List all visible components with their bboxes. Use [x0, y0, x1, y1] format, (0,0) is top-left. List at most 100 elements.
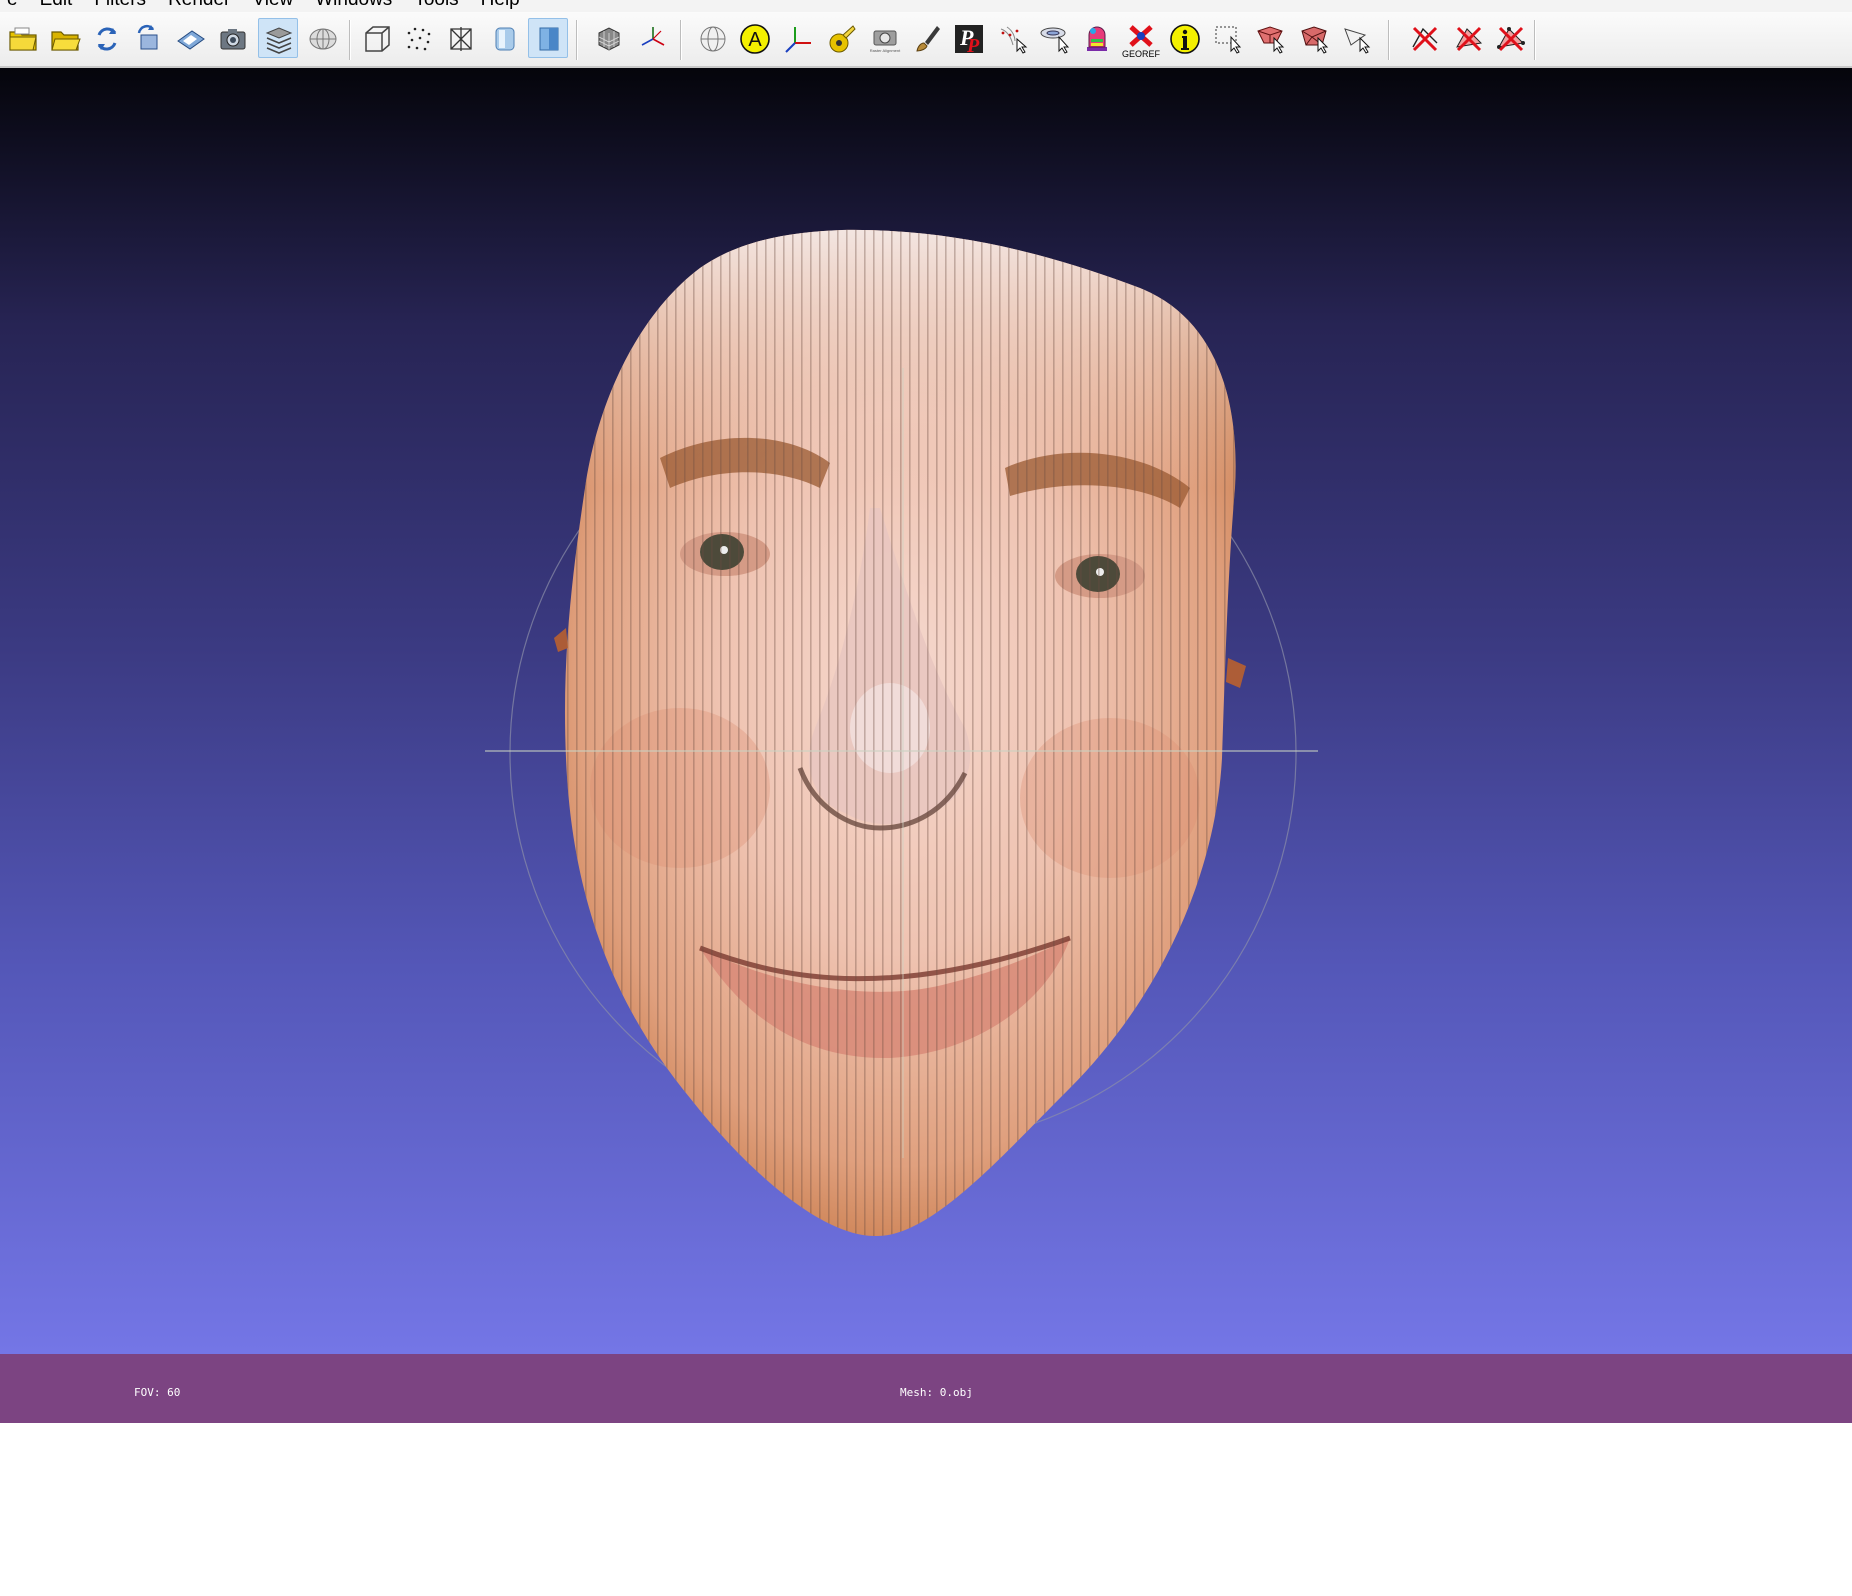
select-faces-button[interactable] [1250, 18, 1290, 58]
wireframe-icon [450, 27, 472, 51]
toolbar-separator [349, 20, 351, 60]
layers-icon [265, 27, 293, 54]
menu-windows[interactable]: Windows [304, 0, 403, 11]
tape-measure-icon [829, 25, 856, 53]
smooth-render-button[interactable] [528, 18, 568, 58]
raster-layers-button[interactable] [302, 18, 342, 58]
sphere-render-button[interactable] [692, 18, 732, 58]
grid-cube-icon [598, 27, 620, 51]
reload-button[interactable] [86, 18, 126, 58]
svg-text:A: A [748, 29, 762, 51]
selection-text: Selection: v: 0 f: 0 [900, 1512, 1033, 1525]
info-icon [1170, 24, 1200, 54]
delete-faces-button[interactable] [1448, 18, 1488, 58]
pickpoints-icon: P P [955, 25, 983, 55]
flat-shading-icon [495, 27, 515, 51]
select-points-button[interactable] [992, 18, 1032, 58]
bounding-box-icon [365, 26, 390, 52]
menu-render[interactable]: Render [157, 0, 241, 11]
align-meshes-button[interactable] [1034, 18, 1074, 58]
select-connected-button[interactable] [1294, 18, 1334, 58]
menu-tools[interactable]: Tools [403, 0, 469, 11]
face-mesh[interactable] [554, 228, 1246, 1238]
new-project-icon [9, 27, 37, 51]
georef-label: GEOREF [1121, 49, 1160, 59]
menu-bar: e Edit Filters Render View Windows Tools… [0, 0, 1852, 12]
render-mode-text: BO_RENDERING [134, 1470, 214, 1483]
save-disk-icon [177, 30, 205, 50]
toolbar-separator [576, 20, 578, 60]
mesh-name-text: Mesh: 0.obj [900, 1386, 973, 1399]
new-project-button[interactable] [2, 18, 42, 58]
lighting-button[interactable] [588, 18, 628, 58]
paint-brush-icon [916, 26, 940, 52]
delete-faces-vertices-button[interactable] [1490, 18, 1530, 58]
select-vertices-button[interactable] [1208, 18, 1248, 58]
wireframe-render-button[interactable] [440, 18, 480, 58]
scene-canvas [485, 228, 1318, 1238]
points-render-button[interactable] [398, 18, 438, 58]
vertices-count-text: Vertices: 43,867 [900, 1428, 1006, 1441]
save-button[interactable] [170, 18, 210, 58]
smooth-shading-icon [539, 27, 559, 51]
letter-a-circle-icon: A [740, 24, 770, 54]
select-rect-icon [1215, 26, 1242, 54]
main-toolbar: A Raster Alignment P P GEOREF [0, 12, 1852, 68]
menu-help[interactable]: Help [470, 0, 531, 11]
align-meshes-icon [1040, 27, 1070, 54]
fov-text: FOV: 60 [134, 1386, 181, 1399]
paint-tool-button[interactable] [906, 18, 946, 58]
raster-alignment-button[interactable]: Raster Alignment [864, 18, 904, 58]
axis-arrows-icon [641, 27, 665, 46]
measure-tool-button[interactable] [820, 18, 860, 58]
snapshot-button[interactable] [212, 18, 252, 58]
reload-all-icon [137, 24, 158, 50]
select-free-button[interactable] [1336, 18, 1376, 58]
layers-button[interactable] [258, 18, 298, 58]
pickpoints-button[interactable]: P P [948, 18, 988, 58]
toolbar-separator [680, 20, 682, 60]
menu-view[interactable]: View [241, 0, 304, 11]
georeference-button[interactable]: GEOREF [1120, 18, 1160, 59]
vertex-color-text: VC [900, 1554, 914, 1567]
delete-faces-vertices-icon [1497, 26, 1525, 52]
rainbow-bucket-icon [1087, 26, 1107, 51]
globe-icon [700, 26, 726, 52]
select-connected-icon [1301, 26, 1329, 54]
open-project-button[interactable] [44, 18, 84, 58]
texture-paint-button[interactable] [1076, 18, 1116, 58]
svg-text:P: P [966, 35, 980, 55]
delete-vertices-icon [1412, 26, 1438, 52]
annotate-button[interactable]: A [734, 18, 774, 58]
render-info: FOV: 60 FPS: 66.7 BO_RENDERING [134, 1358, 213, 1512]
faces-count-text: Faces: 86,906 [900, 1470, 987, 1483]
menu-filters[interactable]: Filters [83, 0, 157, 11]
axis-icon [785, 27, 811, 53]
open-folder-icon [51, 31, 81, 51]
camera-icon [220, 29, 246, 50]
menu-items: e Edit Filters Render View Windows Tools… [0, 0, 531, 11]
menu-edit[interactable]: Edit [29, 0, 84, 11]
toolbar-separator [1534, 20, 1536, 60]
trackball-button[interactable] [632, 18, 672, 58]
select-points-icon [1000, 26, 1028, 54]
reload-all-button[interactable] [128, 18, 168, 58]
delete-faces-icon [1456, 26, 1483, 52]
sphere-layers-icon [309, 28, 337, 50]
mesh-info: Mesh: 0.obj Vertices: 43,867 Faces: 86,9… [900, 1358, 1032, 1596]
3d-viewport[interactable] [0, 68, 1852, 1354]
raster-alignment-label: Raster Alignment [869, 48, 901, 53]
status-bar: FOV: 60 FPS: 66.7 BO_RENDERING Mesh: 0.o… [0, 1354, 1852, 1567]
info-button[interactable] [1164, 18, 1204, 58]
menu-file[interactable]: e [0, 0, 29, 11]
toolbar-separator [1388, 20, 1390, 60]
align-axis-button[interactable] [778, 18, 818, 58]
fps-text: FPS: 66.7 [134, 1428, 214, 1441]
delete-vertices-button[interactable] [1404, 18, 1444, 58]
flat-render-button[interactable] [484, 18, 524, 58]
reload-icon [97, 27, 117, 51]
select-faces-icon [1257, 26, 1285, 54]
select-lasso-icon [1344, 28, 1371, 54]
show-box-button[interactable] [356, 18, 396, 58]
points-icon [407, 27, 431, 51]
